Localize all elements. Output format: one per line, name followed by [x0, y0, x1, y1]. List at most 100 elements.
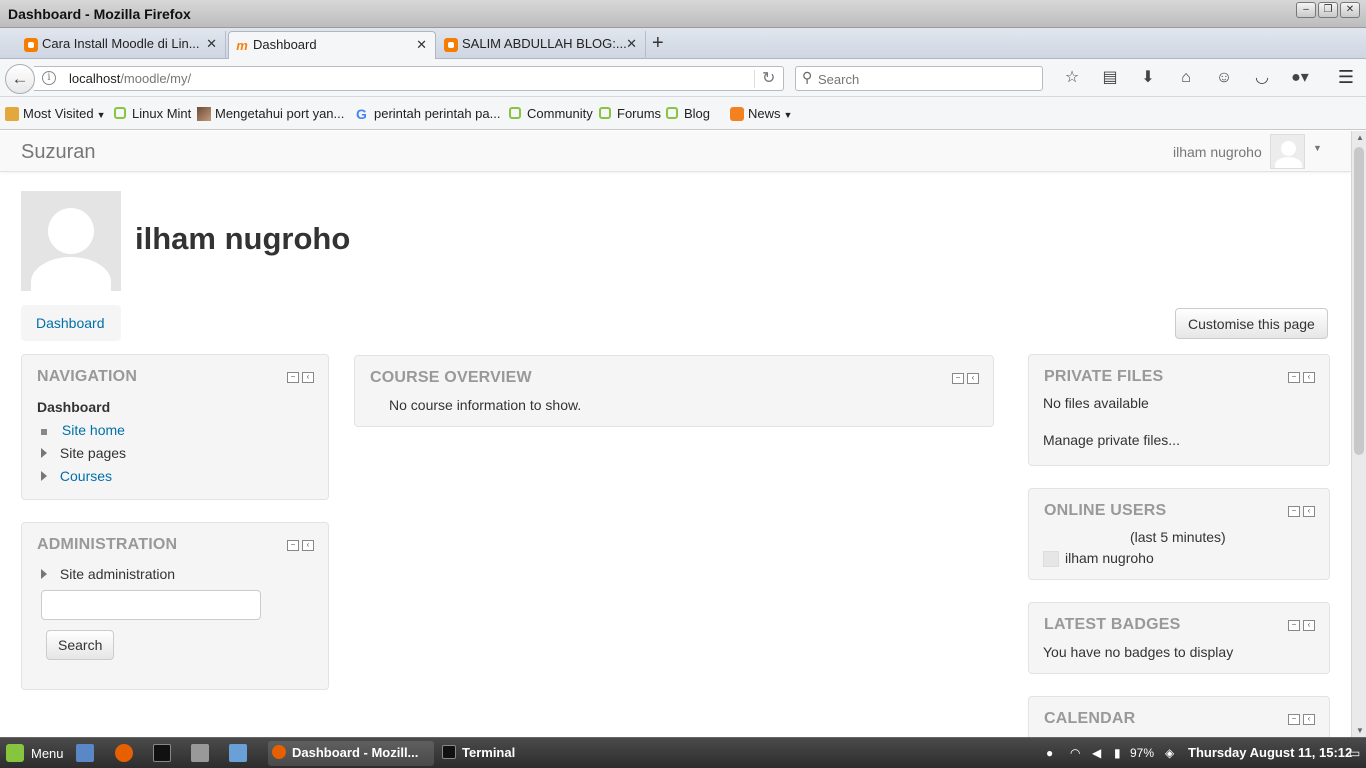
scroll-down-icon[interactable]: ▼	[1356, 726, 1364, 735]
reload-icon[interactable]: ↻	[762, 68, 775, 88]
nav-item-courses[interactable]: Courses	[41, 468, 112, 484]
user-menu-name[interactable]: ilham nugroho	[1173, 144, 1262, 160]
online-user-link[interactable]: ilham nugroho	[1065, 550, 1154, 566]
bookmark-community[interactable]: Community	[509, 106, 593, 121]
admin-search-button[interactable]: Search	[46, 630, 115, 660]
web-search-bar[interactable]: ⚲	[795, 66, 1043, 91]
block-controls: − ‹	[287, 540, 314, 551]
dock-block-icon[interactable]: ‹	[1303, 620, 1315, 631]
volume-icon[interactable]: ◀	[1092, 746, 1101, 760]
clock[interactable]: Thursday August 11, 15:12	[1188, 745, 1352, 760]
chevron-down-icon[interactable]: ▼	[1313, 143, 1322, 153]
close-tab-icon[interactable]: ✕	[416, 32, 427, 58]
tab-dashboard[interactable]: m Dashboard ✕	[228, 31, 436, 60]
firefox-icon[interactable]	[115, 744, 133, 762]
tab-label: Cara Install Moodle di Lin...	[42, 36, 200, 51]
admin-item-site-administration[interactable]: Site administration	[41, 566, 175, 582]
bookmark-blog[interactable]: Blog	[666, 106, 710, 121]
bookmark-forums[interactable]: Forums	[599, 106, 661, 121]
download-icon[interactable]: ⬇	[1129, 67, 1167, 89]
expand-arrow-icon	[41, 569, 47, 579]
url-text[interactable]: localhost/moodle/my/	[69, 71, 191, 86]
minimize-button[interactable]: –	[1296, 2, 1316, 18]
dock-block-icon[interactable]: ‹	[302, 372, 314, 383]
scroll-up-icon[interactable]: ▲	[1356, 133, 1364, 142]
google-icon: G	[356, 106, 367, 122]
page-title: ilham nugroho	[135, 221, 351, 256]
star-icon[interactable]: ☆	[1053, 67, 1091, 89]
tab-cara-install-moodle[interactable]: Cara Install Moodle di Lin... ✕	[18, 31, 226, 59]
dock-block-icon[interactable]: ‹	[1303, 714, 1315, 725]
hello-icon[interactable]: ☺	[1205, 67, 1243, 89]
pocket-icon[interactable]: ◡	[1243, 67, 1281, 89]
bookmark-mengetahui-port[interactable]: Mengetahui port yan...	[197, 106, 344, 121]
private-files-message: No files available	[1043, 395, 1149, 411]
nav-item-site-pages[interactable]: Site pages	[41, 445, 126, 461]
user-icon[interactable]: ●	[1046, 746, 1053, 760]
task-terminal[interactable]: Terminal	[438, 741, 558, 766]
back-arrow-icon: ←	[11, 69, 29, 88]
profile-picture	[21, 191, 121, 291]
block-controls: − ‹	[1288, 714, 1315, 725]
window-title: Dashboard - Mozilla Firefox	[8, 6, 191, 22]
mint-logo-icon[interactable]	[6, 744, 24, 762]
dock-block-icon[interactable]: ‹	[967, 373, 979, 384]
shield-icon[interactable]: ◈	[1165, 746, 1174, 760]
close-tab-icon[interactable]: ✕	[206, 31, 217, 57]
page-scrollbar[interactable]: ▲ ▼	[1351, 131, 1366, 737]
nav-dashboard-link[interactable]: Dashboard	[37, 399, 110, 415]
site-name-link[interactable]: Suzuran	[21, 141, 96, 164]
notifications-icon[interactable]: ▭	[1349, 746, 1360, 760]
info-icon[interactable]: i	[42, 71, 56, 85]
minimize-block-icon[interactable]: −	[1288, 620, 1300, 631]
maximize-button[interactable]: ❐	[1318, 2, 1338, 18]
minimize-block-icon[interactable]: −	[1288, 714, 1300, 725]
url-bar[interactable]: i localhost/moodle/my/ ↻	[34, 66, 784, 91]
new-tab-icon[interactable]: +	[652, 30, 664, 56]
battery-icon[interactable]: ▮	[1114, 746, 1121, 760]
block-title: COURSE OVERVIEW	[370, 369, 532, 386]
breadcrumb-dashboard[interactable]: Dashboard	[36, 315, 105, 331]
nav-item-site-home[interactable]: Site home	[41, 422, 125, 438]
bookmark-news[interactable]: News ▼	[730, 106, 792, 121]
close-tab-icon[interactable]: ✕	[626, 31, 637, 57]
bookmark-linux-mint[interactable]: Linux Mint	[114, 106, 191, 121]
avatar	[1043, 551, 1059, 567]
tab-salim-abdullah-blog[interactable]: SALIM ABDULLAH BLOG:... ✕	[438, 31, 646, 59]
terminal-icon[interactable]	[153, 744, 171, 762]
back-button[interactable]: ←	[5, 64, 35, 94]
dock-block-icon[interactable]: ‹	[302, 540, 314, 551]
home-icon[interactable]: ⌂	[1167, 67, 1205, 89]
customise-page-button[interactable]: Customise this page	[1175, 308, 1328, 339]
minimize-block-icon[interactable]: −	[287, 540, 299, 551]
task-dashboard-firefox[interactable]: Dashboard - Mozill...	[268, 741, 434, 766]
bookmark-perintah[interactable]: Gperintah perintah pa...	[356, 106, 500, 121]
dock-block-icon[interactable]: ‹	[1303, 372, 1315, 383]
manage-private-files-link[interactable]: Manage private files...	[1043, 432, 1180, 448]
web-search-input[interactable]	[818, 70, 1033, 88]
expand-arrow-icon	[41, 471, 47, 481]
mint-icon	[599, 107, 611, 119]
minimize-block-icon[interactable]: −	[1288, 372, 1300, 383]
reading-list-icon[interactable]: ▤	[1091, 67, 1129, 89]
menu-icon[interactable]: ☰	[1338, 67, 1354, 88]
folder-icon	[5, 107, 19, 121]
minimize-block-icon[interactable]: −	[952, 373, 964, 384]
start-menu-button[interactable]: Menu	[31, 746, 64, 761]
close-window-button[interactable]: ✕	[1340, 2, 1360, 18]
minimize-block-icon[interactable]: −	[287, 372, 299, 383]
dock-block-icon[interactable]: ‹	[1303, 506, 1315, 517]
avatar[interactable]	[1270, 134, 1305, 169]
admin-search-input[interactable]	[41, 590, 261, 620]
files-icon[interactable]	[229, 744, 247, 762]
minimize-block-icon[interactable]: −	[1288, 506, 1300, 517]
tab-label: Dashboard	[253, 37, 317, 52]
bookmark-most-visited[interactable]: Most Visited ▼	[5, 106, 106, 121]
adblock-icon[interactable]: ●▾	[1281, 67, 1319, 89]
scrollbar-thumb[interactable]	[1354, 147, 1364, 455]
wifi-icon[interactable]: ◠	[1070, 746, 1080, 760]
administration-block: ADMINISTRATION − ‹ Site administration S…	[21, 522, 329, 690]
show-desktop-icon[interactable]	[76, 744, 94, 762]
block-title: ONLINE USERS	[1044, 502, 1167, 519]
screenshot-icon[interactable]	[191, 744, 209, 762]
